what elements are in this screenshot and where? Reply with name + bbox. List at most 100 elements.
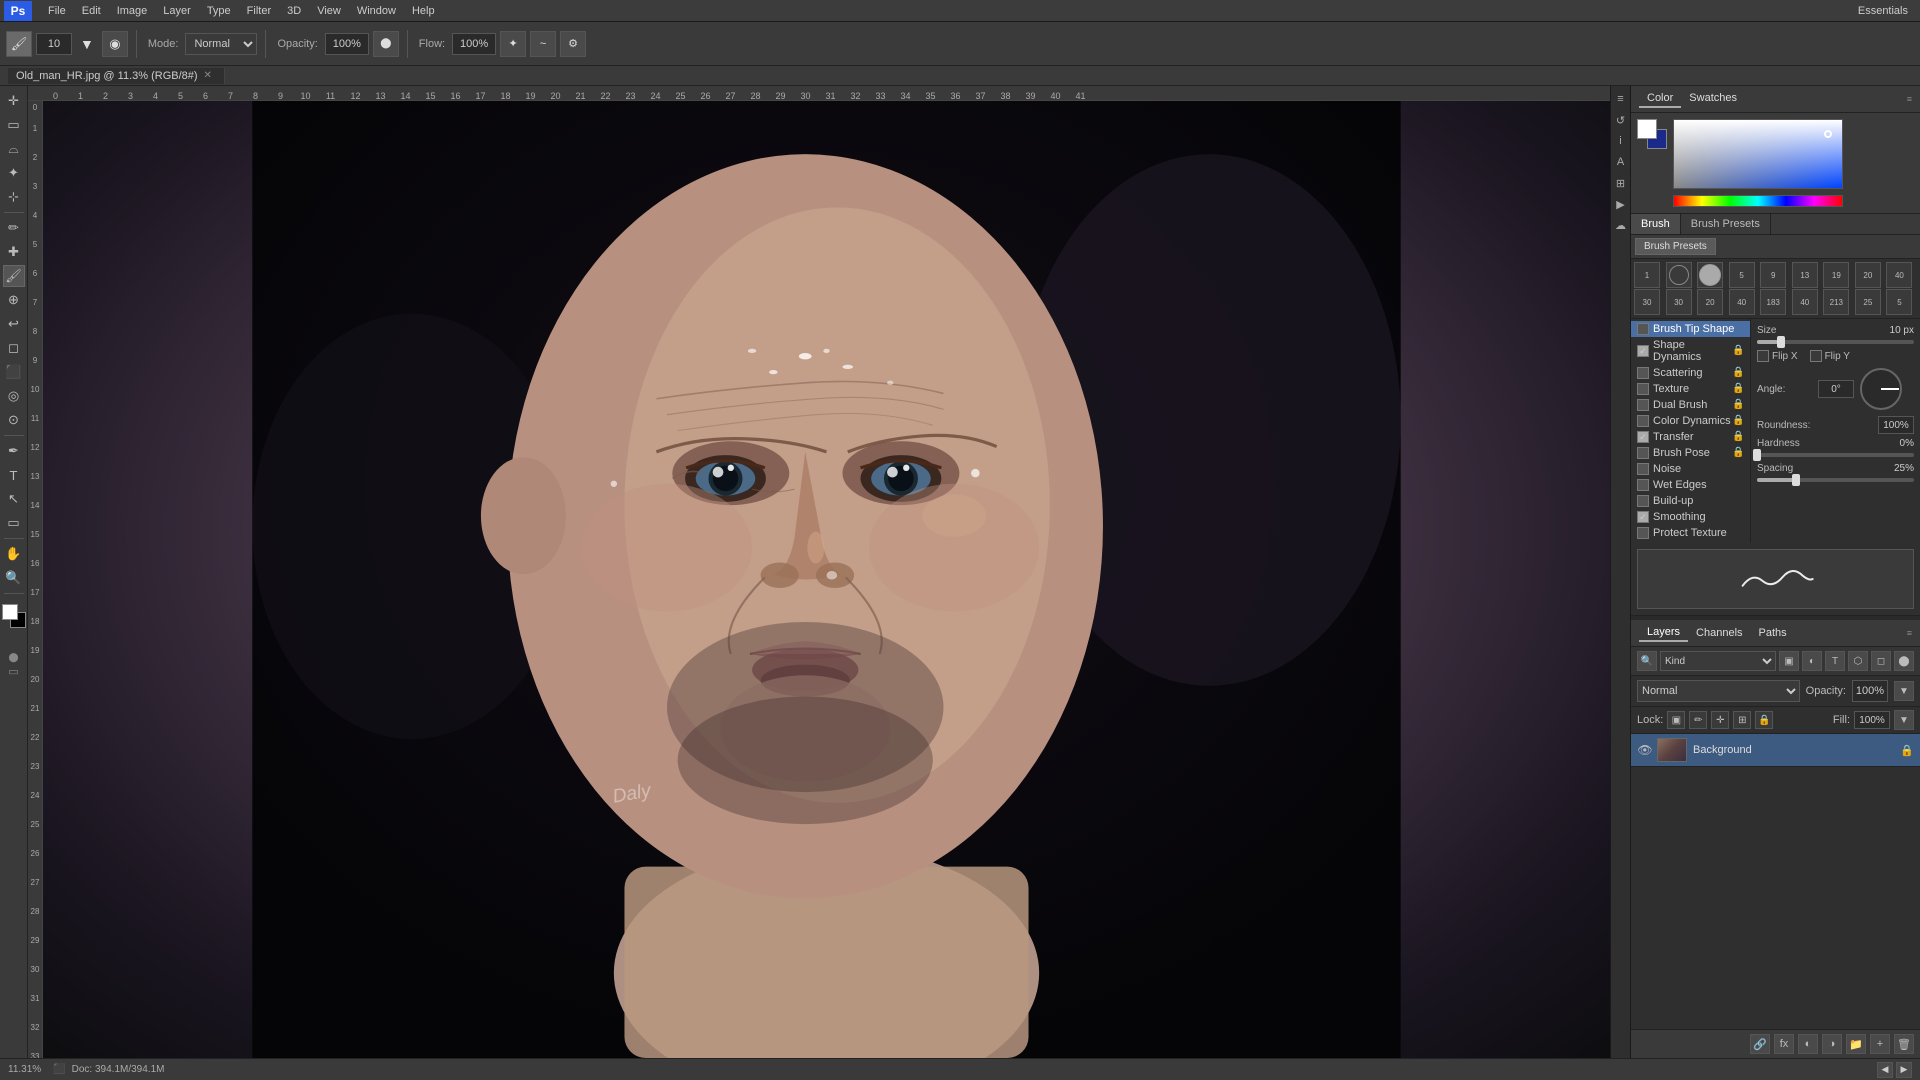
opacity-lock-btn[interactable]: ▼ [1894,681,1914,701]
kind-filter-select[interactable]: Kind Name Effect Mode Attribute Color [1660,651,1776,671]
brush-tip-shape-item[interactable]: Brush Tip Shape [1631,321,1750,337]
menu-filter[interactable]: Filter [239,3,279,19]
color-tab[interactable]: Color [1639,90,1681,108]
layers-tab[interactable]: Layers [1639,624,1688,642]
eyedropper-tool[interactable]: ✏ [3,217,25,239]
brush-tool-btn[interactable]: 🖌 [6,31,32,57]
history-panel-icon[interactable]: ↺ [1612,111,1630,129]
dual-brush-checkbox[interactable] [1637,399,1649,411]
swatches-tab[interactable]: Swatches [1681,90,1745,108]
healing-tool[interactable]: ✚ [3,241,25,263]
menu-type[interactable]: Type [199,3,239,19]
brush-preset-item[interactable]: 20 [1855,262,1881,288]
color-dynamics-checkbox[interactable] [1637,415,1649,427]
magic-wand-tool[interactable]: ✦ [3,162,25,184]
canvas-image[interactable]: Daly [43,101,1610,1058]
move-tool[interactable]: ✛ [3,90,25,112]
link-layers-btn[interactable]: 🔗 [1750,1034,1770,1054]
foreground-color[interactable] [2,604,18,620]
lock-position-btn[interactable]: ✛ [1711,711,1729,729]
flip-x-checkbox[interactable] [1757,350,1769,362]
protect-texture-checkbox[interactable] [1637,527,1649,539]
smoothing-item[interactable]: ✓ Smoothing [1631,509,1750,525]
add-group-btn[interactable]: 📁 [1846,1034,1866,1054]
size-slider-track[interactable] [1757,340,1914,344]
color-panel-arrow[interactable]: ≡ [1907,94,1912,104]
spacing-slider-thumb[interactable] [1792,474,1800,486]
char-panel-icon[interactable]: A [1612,153,1630,171]
brush-preset-item[interactable]: 183 [1760,289,1786,315]
noise-item[interactable]: Noise [1631,461,1750,477]
lock-image-btn[interactable]: ✏ [1689,711,1707,729]
expand-panel-icon[interactable]: ≡ [1612,90,1630,108]
shape-tool[interactable]: ▭ [3,512,25,534]
smoothing-settings-btn[interactable]: ⚙ [560,31,586,57]
layer-visibility-icon[interactable]: 👁 [1637,742,1653,758]
fill-options-btn[interactable]: ▼ [1894,710,1914,730]
marquee-tool[interactable]: ▭ [3,114,25,136]
gradient-tool[interactable]: ⬛ [3,361,25,383]
brush-preset-item[interactable]: 1 [1634,262,1660,288]
pixel-filter-btn[interactable]: ▣ [1779,651,1799,671]
color-dynamics-item[interactable]: Color Dynamics 🔒 [1631,413,1750,429]
add-layer-btn[interactable]: + [1870,1034,1890,1054]
scattering-checkbox[interactable] [1637,367,1649,379]
menu-view[interactable]: View [309,3,349,19]
scattering-item[interactable]: Scattering 🔒 [1631,365,1750,381]
type-filter-btn[interactable]: T [1825,651,1845,671]
opacity-pressure-btn[interactable]: ⬤ [373,31,399,57]
roundness-input[interactable] [1878,416,1914,434]
menu-window[interactable]: Window [349,3,404,19]
smart-filter-btn[interactable]: ◻ [1871,651,1891,671]
dodge-tool[interactable]: ⊙ [3,409,25,431]
path-select-tool[interactable]: ↖ [3,488,25,510]
brush-preset-item[interactable]: 40 [1729,289,1755,315]
next-frame-btn[interactable]: ▶ [1896,1062,1912,1078]
fg-bg-swatches[interactable] [1637,119,1667,149]
buildup-checkbox[interactable] [1637,495,1649,507]
lasso-tool[interactable]: ⌓ [3,138,25,160]
color-swatches[interactable] [0,602,28,630]
menu-file[interactable]: File [40,3,74,19]
canvas-viewport[interactable]: Daly [43,101,1610,1058]
shape-dynamics-item[interactable]: ✓ Shape Dynamics 🔒 [1631,337,1750,365]
brush-preset-item[interactable]: 213 [1823,289,1849,315]
blend-mode-select[interactable]: Normal Dissolve Multiply [185,33,257,55]
fill-input[interactable] [1854,711,1890,729]
lock-artboard-btn[interactable]: ⊞ [1733,711,1751,729]
brush-preset-icon[interactable]: ◉ [102,31,128,57]
airbrush-btn[interactable]: ✦ [500,31,526,57]
brush-preset-item[interactable]: 13 [1792,262,1818,288]
brush-size-input[interactable] [36,33,72,55]
brush-preset-item[interactable]: 5 [1886,289,1912,315]
brush-preset-item[interactable]: 19 [1823,262,1849,288]
lock-transparent-btn[interactable]: ▣ [1667,711,1685,729]
add-adjustment-btn[interactable]: ◑ [1822,1034,1842,1054]
clone-tool[interactable]: ⊕ [3,289,25,311]
paths-tab[interactable]: Paths [1751,625,1795,641]
mini-bridge-icon[interactable]: ⊞ [1612,174,1630,192]
brush-pose-item[interactable]: Brush Pose 🔒 [1631,445,1750,461]
brush-preset-item[interactable]: 20 [1697,289,1723,315]
brush-preset-item[interactable]: 30 [1634,289,1660,315]
hardness-slider-track[interactable] [1757,453,1914,457]
brush-preset-item[interactable]: 30 [1666,289,1692,315]
shape-dynamics-checkbox[interactable]: ✓ [1637,345,1649,357]
color-spectrum[interactable] [1673,119,1843,189]
noise-checkbox[interactable] [1637,463,1649,475]
brush-presets-btn[interactable]: Brush Presets [1635,238,1716,255]
spacing-slider-track[interactable] [1757,478,1914,482]
flip-x-control[interactable]: Flip X [1757,350,1798,362]
brush-preset-item[interactable]: 5 [1729,262,1755,288]
filter-kind-icon[interactable]: 🔍 [1637,651,1657,671]
wet-edges-checkbox[interactable] [1637,479,1649,491]
info-panel-icon[interactable]: i [1612,132,1630,150]
menu-3d[interactable]: 3D [279,3,309,19]
menu-help[interactable]: Help [404,3,443,19]
libraries-icon[interactable]: ☁ [1612,216,1630,234]
brush-preset-item[interactable]: 9 [1760,262,1786,288]
menu-edit[interactable]: Edit [74,3,109,19]
angle-input[interactable] [1818,380,1854,398]
opacity-input[interactable] [325,33,369,55]
layers-panel-menu-icon[interactable]: ≡ [1907,628,1912,638]
